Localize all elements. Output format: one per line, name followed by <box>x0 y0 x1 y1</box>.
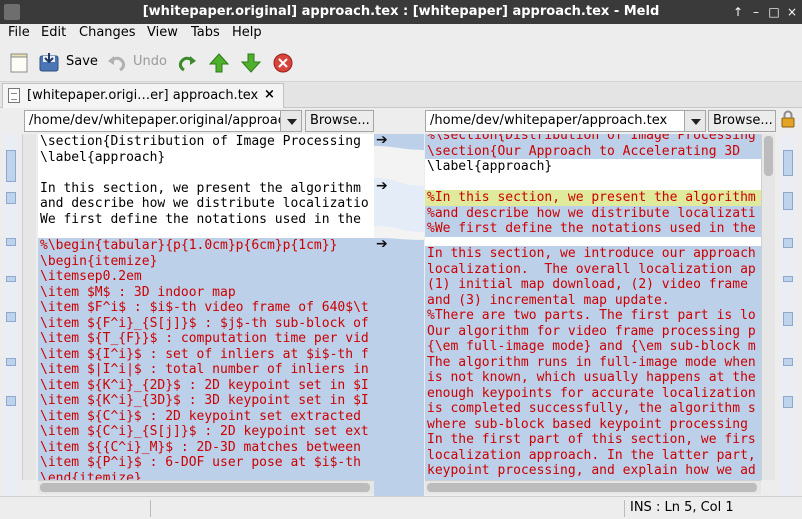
left-line: \item $M$ : 3D indoor map <box>40 284 236 300</box>
right-path-field[interactable]: /home/dev/whitepaper/approach.tex <box>425 110 685 132</box>
left-line: \item ${P^i}$ : 6-DOF user pose at $i$-t… <box>40 455 361 470</box>
left-line: \end{itemize} <box>40 470 142 481</box>
right-line: %\section{Distribution of Image Processi… <box>425 134 761 144</box>
left-line: \item ${C^i}_{S[j]}$ : 2D keypoint set e… <box>40 424 369 439</box>
left-line: and describe how we distribute localizat… <box>40 196 369 211</box>
right-line: In this section, we introduce our approa… <box>427 246 756 261</box>
push-change-arrow-icon[interactable]: ➔ <box>376 134 388 148</box>
right-line: %and describe how we distribute localiza… <box>425 205 761 221</box>
status-separator <box>624 500 625 517</box>
right-text-pane[interactable]: %\section{Distribution of Image Processi… <box>425 134 761 480</box>
right-line: where sub-block based keypoint processin… <box>427 416 748 432</box>
right-line: \section{Our Approach to Accelerating 3D <box>425 143 761 159</box>
menu-view[interactable]: View <box>147 25 178 40</box>
document-icon <box>8 88 20 103</box>
left-line: \item ${T_{F}}$ : computation time per v… <box>40 331 369 346</box>
tab-bar: [whitepaper.origi…er] approach.tex × <box>0 82 802 108</box>
lock-icon[interactable] <box>780 110 796 128</box>
right-path-dropdown[interactable] <box>684 110 706 132</box>
save-icon[interactable] <box>38 52 60 74</box>
right-line: %There are two parts. The first part is … <box>427 308 756 323</box>
new-comparison-icon[interactable] <box>8 52 30 74</box>
right-inserted-block: In this section, we introduce our approa… <box>425 246 761 480</box>
minimize-button[interactable]: – <box>748 3 764 21</box>
push-change-arrow-icon[interactable]: ➔ <box>376 178 388 194</box>
undo-button[interactable]: Undo <box>133 54 167 69</box>
redo-icon[interactable] <box>176 52 198 74</box>
cursor-position: INS : Ln 5, Col 1 <box>630 500 734 515</box>
left-browse-button[interactable]: Browse... <box>305 110 374 132</box>
right-line: \label{approach} <box>427 159 553 174</box>
left-line: We first define the notations used in th… <box>40 211 361 227</box>
window-title: [whitepaper.original] approach.tex : [wh… <box>142 4 660 19</box>
left-overview-map[interactable] <box>4 134 18 496</box>
tab-close-button[interactable]: × <box>264 87 275 102</box>
menu-file[interactable]: File <box>8 25 30 40</box>
left-line: \section{Distribution of Image Processin… <box>40 134 361 149</box>
right-line: Our algorithm for video frame processing… <box>427 323 756 339</box>
left-line: \item ${F^i}_{S[j]}$ : $j$-th sub-block … <box>40 315 369 331</box>
left-removed-block: %\begin{tabular}{p{1.0cm}p{6cm}p{1cm}} \… <box>38 238 374 480</box>
menu-help[interactable]: Help <box>232 25 262 40</box>
close-window-button[interactable]: × <box>784 3 800 21</box>
right-vertical-scrollbar[interactable] <box>761 134 775 480</box>
save-button[interactable]: Save <box>66 54 98 69</box>
maximize-button[interactable]: □ <box>766 3 782 21</box>
toolbar: Save Undo <box>0 44 802 82</box>
right-browse-button[interactable]: Browse... <box>708 110 776 132</box>
keep-above-button[interactable]: ↑ <box>730 3 746 21</box>
right-line: and (3) incremental map update. <box>427 292 670 308</box>
left-line: %\begin{tabular}{p{1.0cm}p{6cm}p{1cm}} <box>40 238 338 253</box>
menu-changes[interactable]: Changes <box>79 25 136 40</box>
right-line: (1) initial map download, (2) video fram… <box>427 277 748 292</box>
right-line: is completed successfully, the algorithm… <box>427 401 756 416</box>
left-text-pane[interactable]: \section{Distribution of Image Processin… <box>38 134 374 480</box>
right-overview-map[interactable] <box>781 134 795 496</box>
right-line: %We first define the notations used in t… <box>425 221 761 237</box>
left-vertical-scrollbar[interactable] <box>22 134 36 480</box>
left-line <box>38 165 374 181</box>
menu-tabs[interactable]: Tabs <box>191 25 220 40</box>
left-path-field[interactable]: /home/dev/whitepaper.original/approac <box>24 110 281 132</box>
left-line: \item $F^i$ : $i$-th video frame of 640$… <box>40 300 369 315</box>
right-line: localization. The overall localization a… <box>427 261 756 277</box>
menu-edit[interactable]: Edit <box>41 25 66 40</box>
left-line: \item ${I^i}$ : set of inliers at $i$-th… <box>40 346 369 362</box>
left-line: \item $|I^i|$ : total number of inliers … <box>40 362 369 377</box>
left-line: \item ${{C^i}_M}$ : 2D-3D matches betwee… <box>40 439 361 455</box>
undo-icon[interactable] <box>106 52 128 74</box>
right-line: enough keypoints for accurate localizati… <box>427 385 756 401</box>
left-line: \label{approach} <box>40 149 166 165</box>
left-line: \item ${K^i}_{2D}$ : 2D keypoint set in … <box>40 377 369 393</box>
next-change-icon[interactable] <box>240 52 262 74</box>
previous-change-icon[interactable] <box>208 52 230 74</box>
status-bar: INS : Ln 5, Col 1 <box>0 496 802 519</box>
left-path-dropdown[interactable] <box>280 110 302 132</box>
right-line: The algorithm runs in full-image mode wh… <box>427 354 756 370</box>
right-line: In the first part of this section, we fi… <box>427 432 756 447</box>
left-line: \item ${K^i}_{3D}$ : 3D keypoint set in … <box>40 393 369 408</box>
right-line: %In this section, we present the algorit… <box>425 190 761 206</box>
tab-label: [whitepaper.origi…er] approach.tex <box>27 88 259 103</box>
title-bar: [whitepaper.original] approach.tex : [wh… <box>0 0 802 24</box>
right-line <box>425 175 761 191</box>
right-line: {\em full-image mode} and {\em sub-block… <box>427 339 756 354</box>
right-horizontal-scrollbar[interactable] <box>425 480 761 494</box>
left-line: In this section, we present the algorith… <box>40 180 361 196</box>
right-line: keypoint processing, and explain how we … <box>427 463 756 478</box>
right-line: localization approach. In the latter par… <box>427 447 756 463</box>
diff-link-map[interactable]: ➔ ➔ ➔ <box>374 134 424 496</box>
tab-approach-tex[interactable]: [whitepaper.origi…er] approach.tex × <box>2 83 284 108</box>
menu-bar: File Edit Changes View Tabs Help <box>0 24 802 44</box>
right-line: is not known, which usually happens at t… <box>427 370 756 385</box>
stop-icon[interactable] <box>272 52 294 74</box>
left-line: \begin{itemize} <box>40 253 158 269</box>
status-separator <box>150 500 151 517</box>
left-line: \item ${C^i}$ : 2D keypoint set extracte… <box>40 408 361 424</box>
left-line: \itemsep0.2em <box>40 269 142 284</box>
push-change-arrow-icon[interactable]: ➔ <box>376 236 388 252</box>
left-horizontal-scrollbar[interactable] <box>38 480 374 494</box>
